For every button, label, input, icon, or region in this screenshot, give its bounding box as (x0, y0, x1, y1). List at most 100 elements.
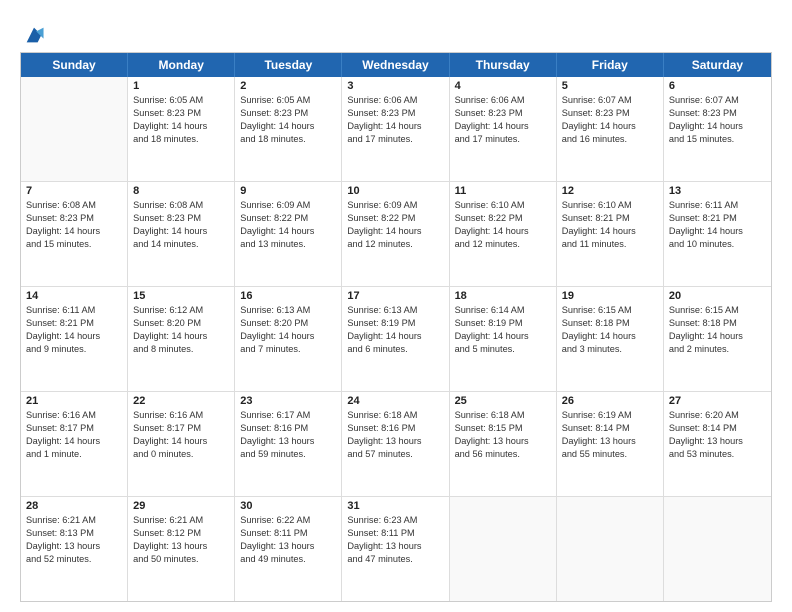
cell-info-line: and 15 minutes. (26, 238, 122, 251)
cell-info-line: Sunrise: 6:16 AM (26, 409, 122, 422)
cell-info-line: and 6 minutes. (347, 343, 443, 356)
day-number: 28 (26, 500, 122, 512)
cell-info-line: Daylight: 14 hours (347, 120, 443, 133)
logo-icon (23, 24, 45, 46)
cell-info-line: Sunrise: 6:06 AM (455, 94, 551, 107)
cell-info-line: Daylight: 14 hours (26, 225, 122, 238)
cell-info-line: Sunrise: 6:13 AM (347, 304, 443, 317)
cell-info-line: Sunset: 8:20 PM (133, 317, 229, 330)
cell-info-line: Sunrise: 6:15 AM (669, 304, 766, 317)
cell-info-line: Sunset: 8:16 PM (240, 422, 336, 435)
cell-info-line: Daylight: 14 hours (669, 225, 766, 238)
day-number: 3 (347, 80, 443, 92)
cell-info-line: Sunrise: 6:10 AM (455, 199, 551, 212)
cell-info-line: Sunset: 8:12 PM (133, 527, 229, 540)
day-cell-12: 12Sunrise: 6:10 AMSunset: 8:21 PMDayligh… (557, 182, 664, 286)
cell-info-line: Daylight: 13 hours (347, 435, 443, 448)
day-number: 22 (133, 395, 229, 407)
cell-info-line: Sunrise: 6:08 AM (26, 199, 122, 212)
day-cell-20: 20Sunrise: 6:15 AMSunset: 8:18 PMDayligh… (664, 287, 771, 391)
cell-info-line: Sunset: 8:23 PM (240, 107, 336, 120)
calendar: SundayMondayTuesdayWednesdayThursdayFrid… (20, 52, 772, 602)
cell-info-line: Sunset: 8:15 PM (455, 422, 551, 435)
cell-info-line: Sunset: 8:23 PM (133, 107, 229, 120)
cell-info-line: Daylight: 14 hours (455, 225, 551, 238)
day-cell-14: 14Sunrise: 6:11 AMSunset: 8:21 PMDayligh… (21, 287, 128, 391)
cell-info-line: and 12 minutes. (347, 238, 443, 251)
day-cell-26: 26Sunrise: 6:19 AMSunset: 8:14 PMDayligh… (557, 392, 664, 496)
cell-info-line: Daylight: 14 hours (455, 330, 551, 343)
cell-info-line: and 11 minutes. (562, 238, 658, 251)
cell-info-line: Daylight: 13 hours (455, 435, 551, 448)
day-number: 21 (26, 395, 122, 407)
day-number: 26 (562, 395, 658, 407)
cell-info-line: Daylight: 14 hours (562, 225, 658, 238)
day-cell-7: 7 Sunrise: 6:08 AMSunset: 8:23 PMDaylight… (21, 182, 128, 286)
day-cell-3: 3Sunrise: 6:06 AMSunset: 8:23 PMDaylight… (342, 77, 449, 181)
cell-info-line: and 8 minutes. (133, 343, 229, 356)
day-number: 6 (669, 80, 766, 92)
cell-info-line: Sunset: 8:22 PM (455, 212, 551, 225)
cell-info-line: Sunset: 8:23 PM (133, 212, 229, 225)
day-number: 31 (347, 500, 443, 512)
cell-info-line: and 18 minutes. (240, 133, 336, 146)
empty-cell (450, 497, 557, 601)
day-number: 30 (240, 500, 336, 512)
day-number: 14 (26, 290, 122, 302)
cell-info-line: Sunrise: 6:07 AM (669, 94, 766, 107)
cell-info-line: Sunset: 8:14 PM (562, 422, 658, 435)
cell-info-line: Sunrise: 6:09 AM (240, 199, 336, 212)
cell-info-line: Sunset: 8:17 PM (26, 422, 122, 435)
cell-info-line: Daylight: 13 hours (240, 540, 336, 553)
page: SundayMondayTuesdayWednesdayThursdayFrid… (0, 0, 792, 612)
day-number: 7 (26, 185, 122, 197)
cell-info-line: Daylight: 14 hours (26, 435, 122, 448)
cell-info-line: Sunset: 8:16 PM (347, 422, 443, 435)
cell-info-line: Sunset: 8:23 PM (26, 212, 122, 225)
day-cell-28: 28Sunrise: 6:21 AMSunset: 8:13 PMDayligh… (21, 497, 128, 601)
day-number: 16 (240, 290, 336, 302)
day-cell-1: 1Sunrise: 6:05 AMSunset: 8:23 PMDaylight… (128, 77, 235, 181)
day-number: 17 (347, 290, 443, 302)
cell-info-line: Daylight: 13 hours (26, 540, 122, 553)
day-number: 4 (455, 80, 551, 92)
cell-info-line: Sunrise: 6:05 AM (133, 94, 229, 107)
day-cell-6: 6 Sunrise: 6:07 AMSunset: 8:23 PMDaylight… (664, 77, 771, 181)
day-cell-25: 25Sunrise: 6:18 AMSunset: 8:15 PMDayligh… (450, 392, 557, 496)
cell-info-line: Sunset: 8:23 PM (669, 107, 766, 120)
cell-info-line: and 13 minutes. (240, 238, 336, 251)
empty-cell (664, 497, 771, 601)
cell-info-line: Sunset: 8:18 PM (562, 317, 658, 330)
day-of-week-friday: Friday (557, 53, 664, 77)
day-cell-9: 9Sunrise: 6:09 AMSunset: 8:22 PMDaylight… (235, 182, 342, 286)
day-number: 18 (455, 290, 551, 302)
cell-info-line: Daylight: 13 hours (669, 435, 766, 448)
cell-info-line: Sunrise: 6:11 AM (669, 199, 766, 212)
header (20, 18, 772, 46)
cell-info-line: Daylight: 14 hours (133, 435, 229, 448)
cell-info-line: Daylight: 14 hours (26, 330, 122, 343)
cell-info-line: Sunrise: 6:14 AM (455, 304, 551, 317)
calendar-row-0: 1Sunrise: 6:05 AMSunset: 8:23 PMDaylight… (21, 77, 771, 182)
cell-info-line: and 7 minutes. (240, 343, 336, 356)
cell-info-line: and 12 minutes. (455, 238, 551, 251)
cell-info-line: Sunset: 8:19 PM (347, 317, 443, 330)
cell-info-line: and 5 minutes. (455, 343, 551, 356)
day-cell-22: 22Sunrise: 6:16 AMSunset: 8:17 PMDayligh… (128, 392, 235, 496)
cell-info-line: Sunrise: 6:13 AM (240, 304, 336, 317)
cell-info-line: Daylight: 14 hours (669, 120, 766, 133)
cell-info-line: Sunrise: 6:11 AM (26, 304, 122, 317)
cell-info-line: Sunrise: 6:17 AM (240, 409, 336, 422)
day-number: 11 (455, 185, 551, 197)
cell-info-line: Sunrise: 6:18 AM (455, 409, 551, 422)
cell-info-line: Sunrise: 6:05 AM (240, 94, 336, 107)
empty-cell (557, 497, 664, 601)
cell-info-line: and 17 minutes. (455, 133, 551, 146)
cell-info-line: and 15 minutes. (669, 133, 766, 146)
cell-info-line: Daylight: 14 hours (669, 330, 766, 343)
day-of-week-saturday: Saturday (664, 53, 771, 77)
cell-info-line: Sunrise: 6:22 AM (240, 514, 336, 527)
cell-info-line: Sunrise: 6:06 AM (347, 94, 443, 107)
day-cell-8: 8Sunrise: 6:08 AMSunset: 8:23 PMDaylight… (128, 182, 235, 286)
day-of-week-tuesday: Tuesday (235, 53, 342, 77)
